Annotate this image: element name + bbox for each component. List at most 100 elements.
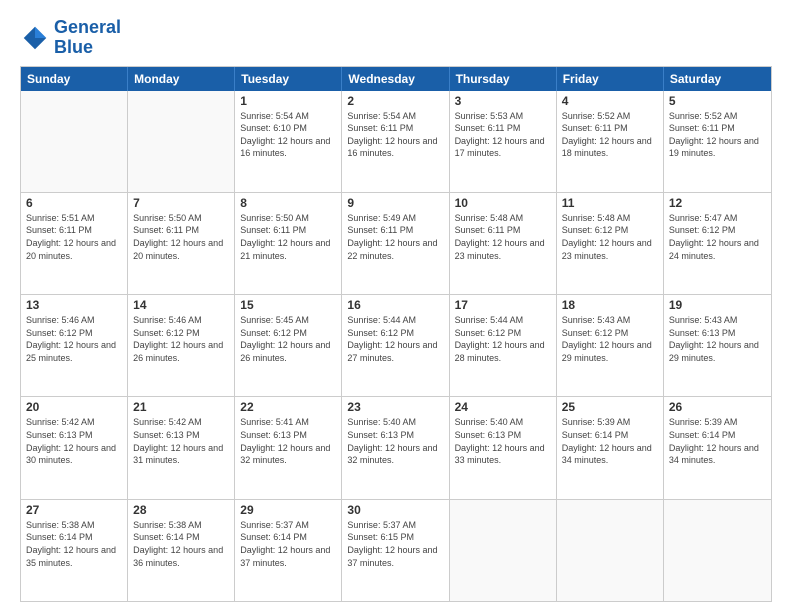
day-number: 24 bbox=[455, 400, 551, 414]
day-number: 21 bbox=[133, 400, 229, 414]
day-info: Sunrise: 5:43 AMSunset: 6:12 PMDaylight:… bbox=[562, 314, 658, 364]
week-row-4: 27Sunrise: 5:38 AMSunset: 6:14 PMDayligh… bbox=[21, 499, 771, 601]
day-number: 20 bbox=[26, 400, 122, 414]
day-number: 11 bbox=[562, 196, 658, 210]
cal-cell: 27Sunrise: 5:38 AMSunset: 6:14 PMDayligh… bbox=[21, 500, 128, 601]
day-info: Sunrise: 5:40 AMSunset: 6:13 PMDaylight:… bbox=[455, 416, 551, 466]
day-info: Sunrise: 5:51 AMSunset: 6:11 PMDaylight:… bbox=[26, 212, 122, 262]
day-number: 16 bbox=[347, 298, 443, 312]
cal-cell: 12 Sunrise: 5:47 AMSunset: 6:12 PMDayligh… bbox=[664, 193, 771, 294]
day-number: 15 bbox=[240, 298, 336, 312]
cal-cell: 29 Sunrise: 5:37 AMSunset: 6:14 PMDayligh… bbox=[235, 500, 342, 601]
cal-cell: 14 Sunrise: 5:46 AMSunset: 6:12 PMDayligh… bbox=[128, 295, 235, 396]
day-of-week-monday: Monday bbox=[128, 67, 235, 91]
week-row-2: 13 Sunrise: 5:46 AMSunset: 6:12 PMDayligh… bbox=[21, 294, 771, 396]
day-of-week-wednesday: Wednesday bbox=[342, 67, 449, 91]
day-of-week-friday: Friday bbox=[557, 67, 664, 91]
day-number: 18 bbox=[562, 298, 658, 312]
day-info: Sunrise: 5:37 AMSunset: 6:15 PMDaylight:… bbox=[347, 519, 443, 569]
day-info: Sunrise: 5:41 AMSunset: 6:13 PMDaylight:… bbox=[240, 416, 336, 466]
day-number: 23 bbox=[347, 400, 443, 414]
day-info: Sunrise: 5:37 AMSunset: 6:14 PMDaylight:… bbox=[240, 519, 336, 569]
cal-cell: 30 Sunrise: 5:37 AMSunset: 6:15 PMDayligh… bbox=[342, 500, 449, 601]
cal-cell: 7 Sunrise: 5:50 AMSunset: 6:11 PMDaylight… bbox=[128, 193, 235, 294]
day-number: 17 bbox=[455, 298, 551, 312]
cal-cell: 16 Sunrise: 5:44 AMSunset: 6:12 PMDayligh… bbox=[342, 295, 449, 396]
day-of-week-saturday: Saturday bbox=[664, 67, 771, 91]
day-number: 3 bbox=[455, 94, 551, 108]
cal-cell: 28 Sunrise: 5:38 AMSunset: 6:14 PMDayligh… bbox=[128, 500, 235, 601]
cal-cell: 5 Sunrise: 5:52 AMSunset: 6:11 PMDaylight… bbox=[664, 91, 771, 192]
day-number: 9 bbox=[347, 196, 443, 210]
cal-cell: 25 Sunrise: 5:39 AMSunset: 6:14 PMDayligh… bbox=[557, 397, 664, 498]
day-info: Sunrise: 5:54 AMSunset: 6:11 PMDaylight:… bbox=[347, 110, 443, 160]
day-number: 5 bbox=[669, 94, 766, 108]
day-number: 28 bbox=[133, 503, 229, 517]
cal-cell: 3 Sunrise: 5:53 AMSunset: 6:11 PMDaylight… bbox=[450, 91, 557, 192]
cal-cell: 4 Sunrise: 5:52 AMSunset: 6:11 PMDaylight… bbox=[557, 91, 664, 192]
cal-cell bbox=[21, 91, 128, 192]
day-number: 13 bbox=[26, 298, 122, 312]
day-number: 4 bbox=[562, 94, 658, 108]
cal-cell: 8Sunrise: 5:50 AMSunset: 6:11 PMDaylight… bbox=[235, 193, 342, 294]
week-row-0: 1Sunrise: 5:54 AMSunset: 6:10 PMDaylight… bbox=[21, 91, 771, 192]
week-row-3: 20 Sunrise: 5:42 AMSunset: 6:13 PMDayligh… bbox=[21, 396, 771, 498]
day-info: Sunrise: 5:38 AMSunset: 6:14 PMDaylight:… bbox=[133, 519, 229, 569]
day-number: 29 bbox=[240, 503, 336, 517]
cal-cell: 10 Sunrise: 5:48 AMSunset: 6:11 PMDayligh… bbox=[450, 193, 557, 294]
cal-cell: 2 Sunrise: 5:54 AMSunset: 6:11 PMDaylight… bbox=[342, 91, 449, 192]
day-of-week-tuesday: Tuesday bbox=[235, 67, 342, 91]
page: GeneralBlue SundayMondayTuesdayWednesday… bbox=[0, 0, 792, 612]
cal-cell bbox=[450, 500, 557, 601]
day-info: Sunrise: 5:47 AMSunset: 6:12 PMDaylight:… bbox=[669, 212, 766, 262]
day-number: 14 bbox=[133, 298, 229, 312]
day-info: Sunrise: 5:44 AMSunset: 6:12 PMDaylight:… bbox=[347, 314, 443, 364]
logo-text: GeneralBlue bbox=[54, 18, 121, 58]
day-info: Sunrise: 5:46 AMSunset: 6:12 PMDaylight:… bbox=[133, 314, 229, 364]
cal-cell: 11 Sunrise: 5:48 AMSunset: 6:12 PMDayligh… bbox=[557, 193, 664, 294]
week-row-1: 6Sunrise: 5:51 AMSunset: 6:11 PMDaylight… bbox=[21, 192, 771, 294]
day-number: 2 bbox=[347, 94, 443, 108]
logo: GeneralBlue bbox=[20, 18, 121, 58]
day-number: 26 bbox=[669, 400, 766, 414]
cal-cell: 26 Sunrise: 5:39 AMSunset: 6:14 PMDayligh… bbox=[664, 397, 771, 498]
day-info: Sunrise: 5:39 AMSunset: 6:14 PMDaylight:… bbox=[562, 416, 658, 466]
day-number: 7 bbox=[133, 196, 229, 210]
day-number: 22 bbox=[240, 400, 336, 414]
day-of-week-thursday: Thursday bbox=[450, 67, 557, 91]
day-info: Sunrise: 5:40 AMSunset: 6:13 PMDaylight:… bbox=[347, 416, 443, 466]
cal-cell: 1Sunrise: 5:54 AMSunset: 6:10 PMDaylight… bbox=[235, 91, 342, 192]
day-number: 10 bbox=[455, 196, 551, 210]
cal-cell: 19 Sunrise: 5:43 AMSunset: 6:13 PMDayligh… bbox=[664, 295, 771, 396]
day-number: 30 bbox=[347, 503, 443, 517]
calendar-body: 1Sunrise: 5:54 AMSunset: 6:10 PMDaylight… bbox=[21, 91, 771, 601]
cal-cell: 13 Sunrise: 5:46 AMSunset: 6:12 PMDayligh… bbox=[21, 295, 128, 396]
day-info: Sunrise: 5:50 AMSunset: 6:11 PMDaylight:… bbox=[240, 212, 336, 262]
cal-cell: 24 Sunrise: 5:40 AMSunset: 6:13 PMDayligh… bbox=[450, 397, 557, 498]
cal-cell: 20 Sunrise: 5:42 AMSunset: 6:13 PMDayligh… bbox=[21, 397, 128, 498]
day-number: 19 bbox=[669, 298, 766, 312]
logo-icon bbox=[20, 23, 50, 53]
day-number: 25 bbox=[562, 400, 658, 414]
header: GeneralBlue bbox=[20, 18, 772, 58]
day-info: Sunrise: 5:39 AMSunset: 6:14 PMDaylight:… bbox=[669, 416, 766, 466]
cal-cell: 9Sunrise: 5:49 AMSunset: 6:11 PMDaylight… bbox=[342, 193, 449, 294]
day-info: Sunrise: 5:38 AMSunset: 6:14 PMDaylight:… bbox=[26, 519, 122, 569]
day-info: Sunrise: 5:52 AMSunset: 6:11 PMDaylight:… bbox=[562, 110, 658, 160]
day-info: Sunrise: 5:52 AMSunset: 6:11 PMDaylight:… bbox=[669, 110, 766, 160]
day-info: Sunrise: 5:42 AMSunset: 6:13 PMDaylight:… bbox=[133, 416, 229, 466]
day-number: 12 bbox=[669, 196, 766, 210]
day-info: Sunrise: 5:42 AMSunset: 6:13 PMDaylight:… bbox=[26, 416, 122, 466]
day-number: 1 bbox=[240, 94, 336, 108]
cal-cell: 15Sunrise: 5:45 AMSunset: 6:12 PMDayligh… bbox=[235, 295, 342, 396]
day-info: Sunrise: 5:48 AMSunset: 6:11 PMDaylight:… bbox=[455, 212, 551, 262]
cal-cell: 17Sunrise: 5:44 AMSunset: 6:12 PMDayligh… bbox=[450, 295, 557, 396]
day-info: Sunrise: 5:48 AMSunset: 6:12 PMDaylight:… bbox=[562, 212, 658, 262]
day-info: Sunrise: 5:43 AMSunset: 6:13 PMDaylight:… bbox=[669, 314, 766, 364]
cal-cell: 23 Sunrise: 5:40 AMSunset: 6:13 PMDayligh… bbox=[342, 397, 449, 498]
day-info: Sunrise: 5:50 AMSunset: 6:11 PMDaylight:… bbox=[133, 212, 229, 262]
day-info: Sunrise: 5:53 AMSunset: 6:11 PMDaylight:… bbox=[455, 110, 551, 160]
cal-cell: 22 Sunrise: 5:41 AMSunset: 6:13 PMDayligh… bbox=[235, 397, 342, 498]
day-info: Sunrise: 5:46 AMSunset: 6:12 PMDaylight:… bbox=[26, 314, 122, 364]
calendar-header: SundayMondayTuesdayWednesdayThursdayFrid… bbox=[21, 67, 771, 91]
